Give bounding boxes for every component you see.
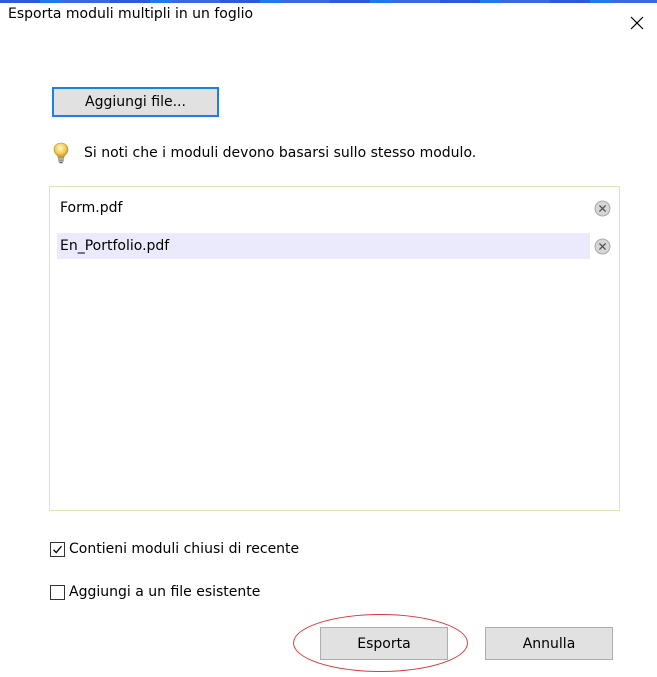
file-list[interactable]: Form.pdf En_Portfolio.pdf bbox=[49, 186, 620, 511]
cancel-button[interactable]: Annulla bbox=[485, 627, 613, 660]
list-item[interactable]: Form.pdf bbox=[57, 195, 590, 221]
file-name: Form.pdf bbox=[60, 200, 123, 216]
append-existing-option[interactable]: Aggiungi a un file esistente bbox=[50, 584, 260, 600]
include-recent-label: Contieni moduli chiusi di recente bbox=[69, 541, 300, 557]
append-existing-label: Aggiungi a un file esistente bbox=[69, 584, 261, 600]
remove-circle-icon[interactable] bbox=[594, 200, 611, 217]
file-name: En_Portfolio.pdf bbox=[60, 238, 170, 254]
list-item-selected[interactable]: En_Portfolio.pdf bbox=[57, 233, 590, 259]
lightbulb-icon bbox=[53, 142, 69, 164]
remove-circle-icon[interactable] bbox=[594, 238, 611, 255]
include-recent-checkbox[interactable] bbox=[50, 541, 65, 557]
add-files-button[interactable]: Aggiungi file... bbox=[52, 87, 219, 117]
close-icon[interactable] bbox=[628, 14, 646, 32]
checkmark-icon bbox=[53, 545, 62, 553]
window-top-edge bbox=[0, 0, 657, 3]
export-button[interactable]: Esporta bbox=[320, 627, 448, 660]
append-existing-checkbox[interactable] bbox=[50, 584, 65, 600]
note-row: Si noti che i moduli devono basarsi sull… bbox=[52, 142, 476, 164]
dialog-title: Esporta moduli multipli in un foglio bbox=[8, 6, 254, 22]
include-recent-option[interactable]: Contieni moduli chiusi di recente bbox=[50, 541, 299, 557]
note-text: Si noti che i moduli devono basarsi sull… bbox=[84, 145, 477, 161]
